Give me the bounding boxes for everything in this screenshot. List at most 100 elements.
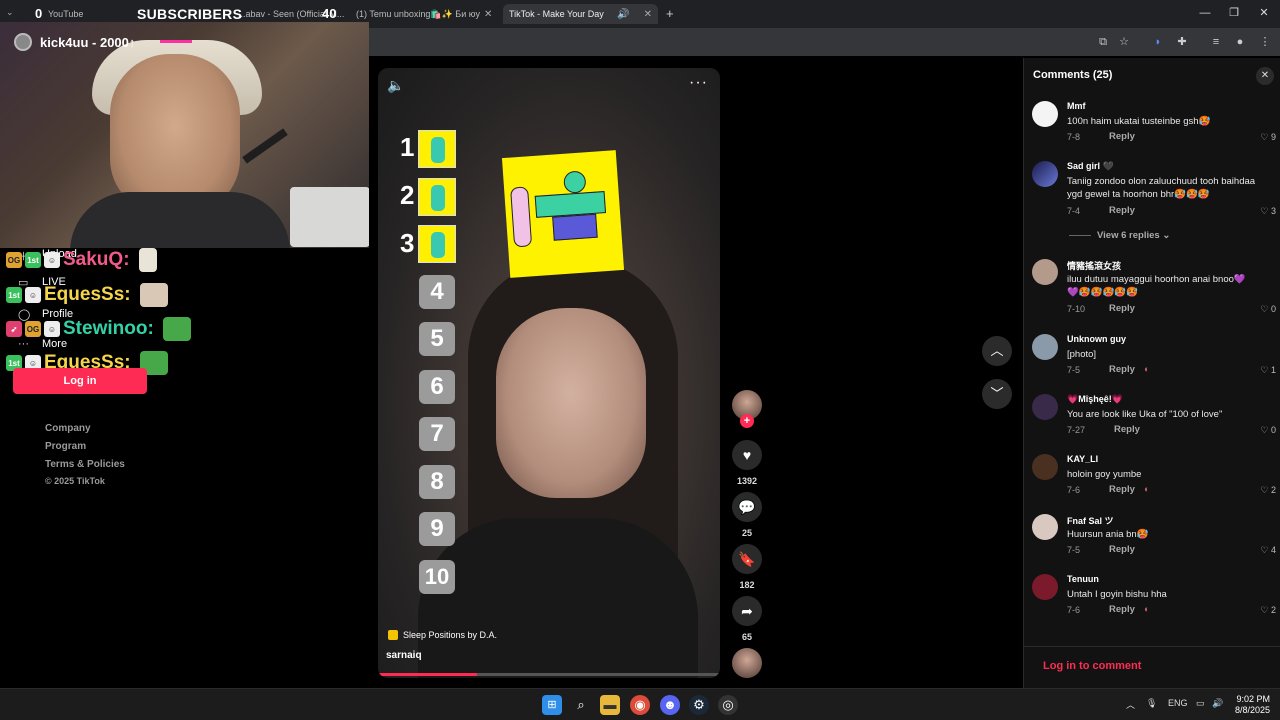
new-tab-button[interactable]: + [666,6,674,21]
comment-like[interactable]: ♡ 0 [1260,425,1276,436]
video-progress-bar[interactable] [378,673,720,676]
search-icon[interactable]: ⌕ [571,695,591,715]
comment-like[interactable]: ♡ 2 [1260,605,1276,616]
tray-chevron-up-icon[interactable]: ︿ [1126,698,1135,711]
puzzle-icon[interactable]: ✚ [1174,34,1190,50]
close-icon[interactable]: ✕ [644,9,652,20]
obs-icon[interactable]: ◎ [718,695,738,715]
streamer-name: kick4uu - 2000↑ [40,34,136,50]
minimize-icon[interactable]: — [1195,6,1215,20]
comment-icon[interactable]: 💬 [732,492,762,522]
file-explorer-icon[interactable]: ▬ [600,695,620,715]
close-icon[interactable]: ✕ [1256,67,1274,85]
volume-icon[interactable]: 🔈 [387,77,404,94]
rank-number: 8 [419,465,455,499]
reply-button[interactable]: Reply [1109,131,1135,142]
comment-username[interactable]: Tenuun [1067,574,1099,584]
reply-button[interactable]: Reply [1114,424,1140,435]
microphone-icon[interactable]: 🎙 [1146,698,1157,709]
video-author[interactable]: sarnaiq [386,650,422,661]
login-button[interactable]: Log in [13,368,147,394]
music-disc-avatar[interactable] [732,648,762,678]
reply-button[interactable]: Reply [1109,364,1135,375]
comment-username[interactable]: 情豬搖滾女孩 [1067,259,1121,272]
chat-username: Stewinoo: [63,318,154,339]
avatar[interactable] [1032,161,1058,187]
extension-icon[interactable]: ◗ [1150,34,1166,50]
reply-button[interactable]: Reply [1109,205,1135,216]
comment-like[interactable]: ♡ 9 [1260,132,1276,143]
footer-link-program[interactable]: Program [45,441,86,452]
comment-username[interactable]: Mmf [1067,101,1086,111]
install-app-icon[interactable]: ⧉ [1095,34,1111,50]
comment-username[interactable]: 💗Mîşhęê!💗 [1067,394,1123,405]
comment-like[interactable]: ♡ 4 [1260,545,1276,556]
webcam-body [70,192,290,248]
music-tag[interactable]: Sleep Positions by D.A. [388,630,497,640]
window-close-icon[interactable]: ✕ [1254,6,1274,20]
kebab-menu-icon[interactable]: ⋮ [1257,34,1273,50]
close-icon[interactable]: ✕ [484,9,492,20]
avatar[interactable] [1032,101,1058,127]
profile-avatar-icon[interactable]: ● [1232,34,1248,50]
tab-label: YouTube [48,9,84,19]
rank-number: 9 [419,512,455,546]
next-video-chevron-down-icon[interactable]: ﹀ [982,379,1012,409]
comment-text: iluu dutuu mayaggui hoorhon anai bnoo💜💜🥵… [1067,274,1246,298]
comment-username[interactable]: Fnaf Sal ツ [1067,514,1114,527]
tab-search-chevron-icon[interactable]: ⌄ [6,7,14,18]
reply-button[interactable]: Reply [1109,303,1135,314]
speaker-icon[interactable]: 🔊 [617,9,629,20]
comment-like[interactable]: ♡ 1 [1260,365,1276,376]
discord-icon[interactable]: ☻ [660,695,680,715]
avatar[interactable] [1032,574,1058,600]
like-heart-icon[interactable]: ♥ [732,440,762,470]
avatar[interactable] [1032,334,1058,360]
video-progress-fill [378,673,478,676]
login-to-comment-link[interactable]: Log in to comment [1043,660,1141,672]
avatar[interactable] [1032,259,1058,285]
video-player[interactable]: 1 2 3 4 5 6 7 8 9 10 🔈 ··· Sleep Positio… [378,68,720,678]
comment-like-count: 0 [1270,304,1276,314]
star-icon[interactable]: ☆ [1116,34,1132,50]
footer-link-terms[interactable]: Terms & Policies [45,459,125,470]
comment-like[interactable]: ♡ 2 [1260,485,1276,496]
reading-list-icon[interactable]: ≡ [1208,34,1224,50]
comment-like[interactable]: ♡ 3 [1260,206,1276,217]
comment-text: [photo] [1067,349,1097,360]
reply-button[interactable]: Reply [1109,604,1135,615]
music-title: Sleep Positions by D.A. [403,630,498,640]
clock[interactable]: 9:02 PM 8/8/2025 [1235,694,1270,716]
bookmark-icon[interactable]: 🔖 [732,544,762,574]
tab-tiktok[interactable]: TikTok - Make Your Day 🔊 ✕ [503,4,658,24]
steam-icon[interactable]: ⚙ [689,695,709,715]
display-icon[interactable]: ▭ [1196,698,1205,709]
previous-video-chevron-up-icon[interactable]: ︿ [982,336,1012,366]
reply-button[interactable]: Reply [1109,544,1135,555]
clock-date: 8/8/2025 [1234,705,1270,715]
login-to-comment-bar[interactable]: Log in to comment [1024,646,1280,688]
tab-youtube[interactable]: YouTube [42,4,132,24]
chrome-icon[interactable]: ◉ [630,695,650,715]
more-options-icon[interactable]: ··· [689,74,708,92]
avatar[interactable] [1032,454,1058,480]
windows-start-icon[interactable]: ⊞ [542,695,562,715]
volume-icon[interactable]: 🔊 [1212,698,1223,709]
comment-username[interactable]: Unknown guy [1067,334,1126,344]
streamer-tag: kick4uu - 2000↑ [14,33,135,51]
comment-username[interactable]: Sad girl 🖤 [1067,161,1114,172]
comment-text: Untah I goyin bishu hha [1067,589,1167,600]
tab-temu[interactable]: (1) Temu unboxing🛍️✨ Би юу ✕ [350,4,498,24]
language-indicator[interactable]: ENG [1168,698,1188,708]
comment-username[interactable]: KAY_LI [1067,454,1098,464]
share-arrow-icon[interactable]: ➦ [732,596,762,626]
view-replies-button[interactable]: View 6 replies ⌄ [1069,230,1170,241]
comment-date: 7-5 [1067,365,1081,375]
reply-button[interactable]: Reply [1109,484,1135,495]
follow-plus-icon[interactable]: + [740,414,754,428]
avatar[interactable] [1032,514,1058,540]
comment-like[interactable]: ♡ 0 [1260,304,1276,315]
footer-link-company[interactable]: Company [45,423,91,434]
avatar[interactable] [1032,394,1058,420]
maximize-icon[interactable]: ❐ [1224,6,1244,20]
